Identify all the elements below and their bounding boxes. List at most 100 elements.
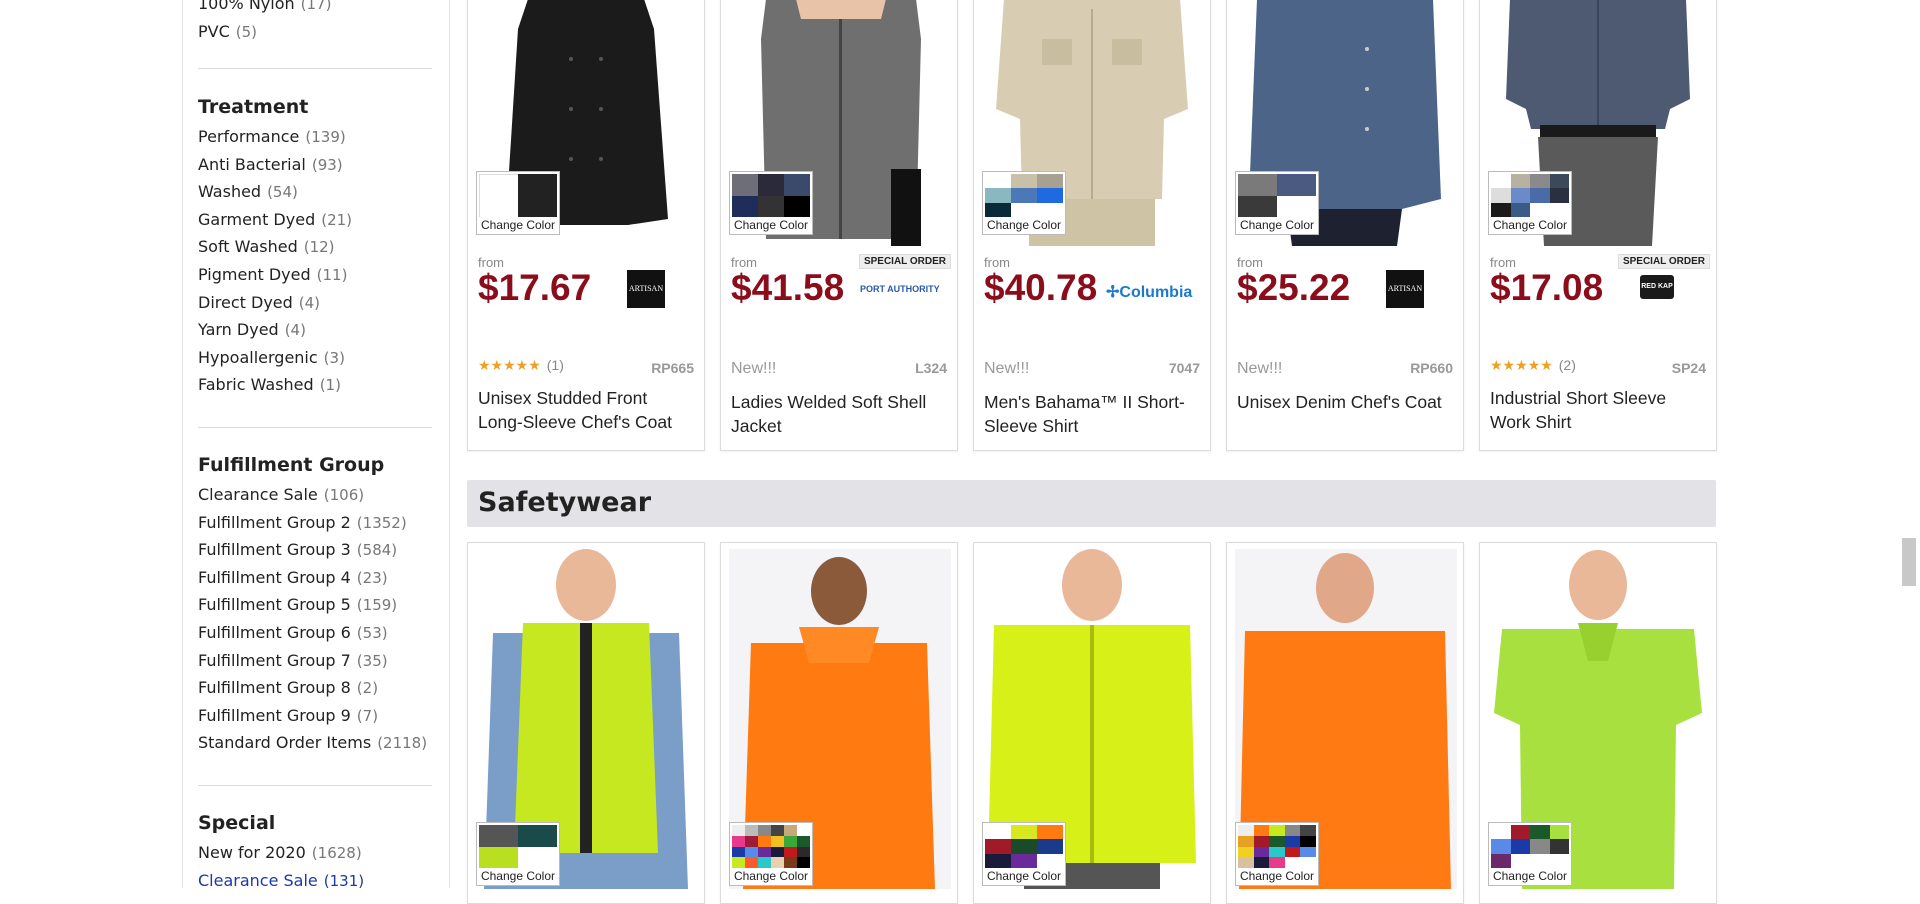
special-order-badge: SPECIAL ORDER — [858, 254, 951, 269]
brand-logo: ✢Columbia — [1106, 284, 1193, 301]
filter-item[interactable]: Yarn Dyed (4) — [198, 316, 438, 344]
section-header-safetywear: Safetywear — [467, 480, 1716, 527]
product-title[interactable]: Unisex Studded Front Long-Sleeve Chef's … — [478, 386, 696, 434]
filter-heading: Special — [198, 812, 276, 834]
new-badge: New!!! — [1237, 360, 1283, 377]
filter-item[interactable]: Pigment Dyed (11) — [198, 261, 438, 289]
price: $41.58 — [731, 267, 845, 308]
filter-item[interactable]: Performance (139) — [198, 123, 438, 151]
change-color-label: Change Color — [730, 217, 812, 234]
color-swatches — [479, 174, 557, 219]
color-swatches — [1238, 825, 1316, 868]
section-title: Safetywear — [478, 487, 652, 518]
filter-item[interactable]: Fulfillment Group 4 (23) — [198, 564, 438, 592]
sku: SP24 — [1671, 360, 1706, 376]
change-color-label: Change Color — [1236, 217, 1318, 234]
filter-item[interactable]: Washed (54) — [198, 178, 438, 206]
brand-logo: ARTISAN — [1386, 270, 1424, 308]
filter-item[interactable]: Standard Order Items (2118) — [198, 729, 438, 757]
filter-item[interactable]: Clearance Sale (131) — [198, 867, 438, 895]
change-color-label: Change Color — [983, 217, 1065, 234]
change-color-label: Change Color — [1489, 868, 1571, 885]
change-color-button[interactable]: Change Color — [476, 822, 560, 886]
color-swatches — [732, 174, 810, 217]
change-color-button[interactable]: Change Color — [476, 171, 560, 235]
color-swatches — [732, 825, 810, 868]
color-swatches — [985, 825, 1063, 868]
product-title[interactable]: Industrial Short Sleeve Work Shirt — [1490, 386, 1708, 434]
product-title[interactable]: Ladies Welded Soft Shell Jacket — [731, 390, 949, 438]
change-color-label: Change Color — [730, 868, 812, 885]
filter-item[interactable]: 100% Nylon (17) — [198, 0, 438, 18]
price: $25.22 — [1237, 267, 1351, 308]
filter-item[interactable]: Garment Dyed (21) — [198, 206, 438, 234]
filter-item[interactable]: Fulfillment Group 9 (7) — [198, 702, 438, 730]
product-card[interactable]: Change Color from $25.22 ARTISAN New!!! … — [1226, 0, 1464, 451]
filter-item[interactable]: Fabric Washed (1) — [198, 371, 438, 399]
new-badge: New!!! — [984, 360, 1030, 377]
color-swatches — [1491, 825, 1569, 868]
filter-item[interactable]: Direct Dyed (4) — [198, 289, 438, 317]
brand-logo: ARTISAN — [627, 270, 665, 308]
divider — [198, 785, 432, 786]
product-card[interactable]: Change Color SPECIAL ORDER from $41.58 P… — [720, 0, 958, 451]
filter-item[interactable]: PVC (5) — [198, 18, 438, 46]
color-swatches — [1238, 174, 1316, 217]
change-color-label: Change Color — [983, 868, 1065, 885]
filter-group-special: Special New for 2020 (1628) Clearance Sal… — [198, 807, 438, 894]
product-card[interactable]: Change Color — [1479, 542, 1717, 904]
filter-group-treatment: Treatment Performance (139) Anti Bacteria… — [198, 91, 438, 399]
filter-item[interactable]: Clearance Sale (106) — [198, 481, 438, 509]
filter-heading: Fulfillment Group — [198, 454, 385, 476]
change-color-button[interactable]: Change Color — [982, 171, 1066, 235]
filter-sidebar: 100% Nylon (17) PVC (5) Treatment Performa… — [182, 0, 450, 890]
change-color-button[interactable]: Change Color — [1488, 822, 1572, 886]
filter-item[interactable]: New for 2020 (1628) — [198, 839, 438, 867]
filter-item[interactable]: Fulfillment Group 2 (1352) — [198, 509, 438, 537]
product-card[interactable]: Change Color SPECIAL ORDER from $17.08 R… — [1479, 0, 1717, 451]
color-swatches — [479, 825, 557, 868]
product-card[interactable]: Change Color — [720, 542, 958, 904]
filter-item[interactable]: Fulfillment Group 6 (53) — [198, 619, 438, 647]
product-title[interactable]: Men's Bahama™ II Short-Sleeve Shirt — [984, 390, 1202, 438]
change-color-button[interactable]: Change Color — [1235, 171, 1319, 235]
color-swatches — [1491, 174, 1569, 217]
change-color-button[interactable]: Change Color — [729, 822, 813, 886]
product-card[interactable]: Change Color — [467, 542, 705, 904]
change-color-button[interactable]: Change Color — [1235, 822, 1319, 886]
change-color-label: Change Color — [477, 217, 559, 234]
sku: 7047 — [1168, 360, 1200, 376]
filter-group-fabric: 100% Nylon (17) PVC (5) — [198, 0, 438, 45]
product-card[interactable]: Change Color — [1226, 542, 1464, 904]
filter-item[interactable]: Anti Bacterial (93) — [198, 151, 438, 179]
divider — [198, 68, 432, 69]
filter-item[interactable]: Soft Washed (12) — [198, 233, 438, 261]
price: $17.08 — [1490, 267, 1604, 308]
product-card[interactable]: Change Color — [973, 542, 1211, 904]
filter-item[interactable]: Fulfillment Group 5 (159) — [198, 591, 438, 619]
product-card[interactable]: Change Color from $40.78 ✢Columbia New!!… — [973, 0, 1211, 451]
sku: L324 — [915, 360, 947, 376]
filter-item[interactable]: Fulfillment Group 7 (35) — [198, 647, 438, 675]
filter-heading: Treatment — [198, 96, 309, 118]
scrollbar-thumb[interactable] — [1902, 538, 1916, 586]
change-color-button[interactable]: Change Color — [982, 822, 1066, 886]
rating-stars: ★★★★★ (1) — [478, 357, 564, 374]
new-badge: New!!! — [731, 360, 777, 377]
change-color-label: Change Color — [1489, 217, 1571, 234]
brand-logo: RED KAP — [1640, 275, 1674, 299]
sku: RP660 — [1410, 360, 1453, 376]
price: $40.78 — [984, 267, 1098, 308]
page-scrollbar[interactable] — [1898, 0, 1920, 888]
sku: RP665 — [651, 360, 694, 376]
change-color-label: Change Color — [1236, 868, 1318, 885]
filter-item[interactable]: Fulfillment Group 8 (2) — [198, 674, 438, 702]
product-card[interactable]: Change Color from $17.67 ARTISAN ★★★★★ (1… — [467, 0, 705, 451]
divider — [198, 427, 432, 428]
product-title[interactable]: Unisex Denim Chef's Coat — [1237, 390, 1455, 414]
change-color-button[interactable]: Change Color — [1488, 171, 1572, 235]
filter-item[interactable]: Fulfillment Group 3 (584) — [198, 536, 438, 564]
color-swatches — [985, 174, 1063, 217]
change-color-button[interactable]: Change Color — [729, 171, 813, 235]
filter-item[interactable]: Hypoallergenic (3) — [198, 344, 438, 372]
